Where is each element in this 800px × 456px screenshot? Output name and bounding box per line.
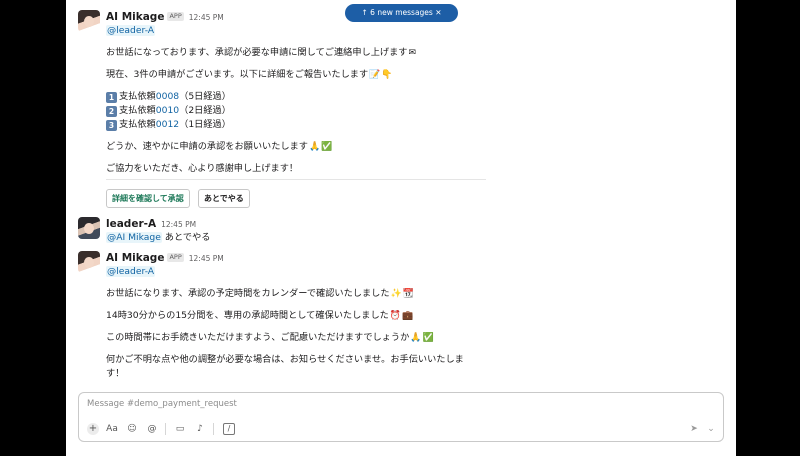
pray-icon: 🙏 xyxy=(410,333,422,343)
timestamp[interactable]: 12:45 PM xyxy=(189,13,224,22)
approve-details-button[interactable]: 詳細を確認して承認 xyxy=(106,189,190,208)
request-link[interactable]: 0008 xyxy=(156,91,179,102)
message-line: どうか、速やかに申請の承認をお願いいたします🙏✅ xyxy=(106,141,333,152)
message-line: お世話になります、承認の予定時間をカレンダーで確認いたしました✨📆 xyxy=(106,288,414,299)
later-button[interactable]: あとでやる xyxy=(198,189,250,208)
message-leader-a: leader-A 12:45 PM @AI Mikage あとでやる xyxy=(78,217,728,247)
arrow-up-icon: ↑ xyxy=(361,8,371,17)
author-name[interactable]: AI Mikage xyxy=(106,11,164,23)
list-item: 3 支払依頼0012（1日経過） xyxy=(106,118,716,132)
message-line: 何かご不明な点や他の調整が必要な場合は、お知らせくださいませ。お手伝いいたしま xyxy=(106,354,464,365)
shortcut-icon[interactable]: / xyxy=(223,423,235,435)
briefcase-icon: 💼 xyxy=(402,311,414,321)
message-line: す！ xyxy=(106,368,125,379)
author-name[interactable]: leader-A xyxy=(106,218,156,230)
point-down-icon: 👇 xyxy=(381,70,393,80)
toolbar-divider xyxy=(213,423,214,435)
message-input[interactable]: Message #demo_payment_request xyxy=(87,399,237,409)
request-link[interactable]: 0012 xyxy=(156,119,179,130)
user-mention[interactable]: @leader-A xyxy=(106,25,156,36)
emoji-icon[interactable]: ☺ xyxy=(126,423,138,435)
message-panel: AI Mikage APP 12:45 PM @leader-A お世話になっており… xyxy=(66,0,736,456)
divider xyxy=(106,179,486,180)
list-item: 1 支払依頼0008（5日経過） xyxy=(106,90,716,104)
message-line: ご協力をいただき、心より感謝申し上げます！ xyxy=(106,163,299,174)
keycap-3-icon: 3 xyxy=(106,120,117,131)
message-line: 現在、3件の申請がございます。以下に詳細をご報告いたします📝👇 xyxy=(106,69,393,80)
message-composer[interactable]: Message #demo_payment_request + Aa ☺ @ ▭… xyxy=(78,392,724,442)
toolbar-divider xyxy=(165,423,166,435)
send-icon[interactable]: ➤ xyxy=(688,423,700,435)
message-ai-mikage-2: AI Mikage APP 12:45 PM @leader-A お世話になります、… xyxy=(78,251,728,381)
keycap-2-icon: 2 xyxy=(106,106,117,117)
message-ai-mikage-1: AI Mikage APP 12:45 PM @leader-A お世話になっており… xyxy=(78,10,728,210)
pray-icon: 🙏 xyxy=(308,142,321,152)
timestamp[interactable]: 12:45 PM xyxy=(189,254,224,263)
list-item: 2 支払依頼0010（2日経過） xyxy=(106,104,716,118)
plus-icon[interactable]: + xyxy=(87,423,99,435)
message-line: この時間帯にお手続きいただけますよう、ご配慮いただけますでしょうか🙏✅ xyxy=(106,332,434,343)
check-icon: ✅ xyxy=(321,142,333,152)
video-icon[interactable]: ▭ xyxy=(174,423,186,435)
message-line: @AI Mikage あとでやる xyxy=(106,232,211,243)
microphone-icon[interactable]: ♪ xyxy=(194,423,206,435)
app-badge: APP xyxy=(167,12,184,21)
app-badge: APP xyxy=(167,253,184,262)
chevron-down-icon[interactable]: ⌄ xyxy=(706,423,716,435)
avatar[interactable] xyxy=(78,10,100,32)
keycap-1-icon: 1 xyxy=(106,92,117,103)
author-name[interactable]: AI Mikage xyxy=(106,252,164,264)
request-link[interactable]: 0010 xyxy=(156,105,179,116)
check-icon: ✅ xyxy=(422,333,434,343)
memo-icon: 📝 xyxy=(369,70,381,80)
user-mention[interactable]: @leader-A xyxy=(106,266,156,277)
close-icon[interactable]: ✕ xyxy=(433,8,441,17)
mention-icon[interactable]: @ xyxy=(146,423,158,435)
alarm-clock-icon: ⏰ xyxy=(389,311,402,321)
timestamp[interactable]: 12:45 PM xyxy=(161,220,196,229)
envelope-icon: ✉ xyxy=(408,48,416,58)
user-mention[interactable]: @AI Mikage xyxy=(106,232,162,243)
avatar[interactable] xyxy=(78,251,100,273)
mention-line: @leader-A xyxy=(106,24,716,38)
avatar[interactable] xyxy=(78,217,100,239)
sparkles-icon: ✨ xyxy=(390,289,402,299)
new-messages-banner[interactable]: ↑ 6 new messages ✕ xyxy=(345,4,458,22)
calendar-icon: 📆 xyxy=(402,289,414,299)
message-line: 14時30分からの15分間を、専用の承認時間として確保いたしました⏰💼 xyxy=(106,310,414,321)
format-icon[interactable]: Aa xyxy=(105,423,119,435)
message-line: お世話になっております、承認が必要な申請に関してご連絡申し上げます✉ xyxy=(106,47,416,58)
mention-line: @leader-A xyxy=(106,265,716,279)
